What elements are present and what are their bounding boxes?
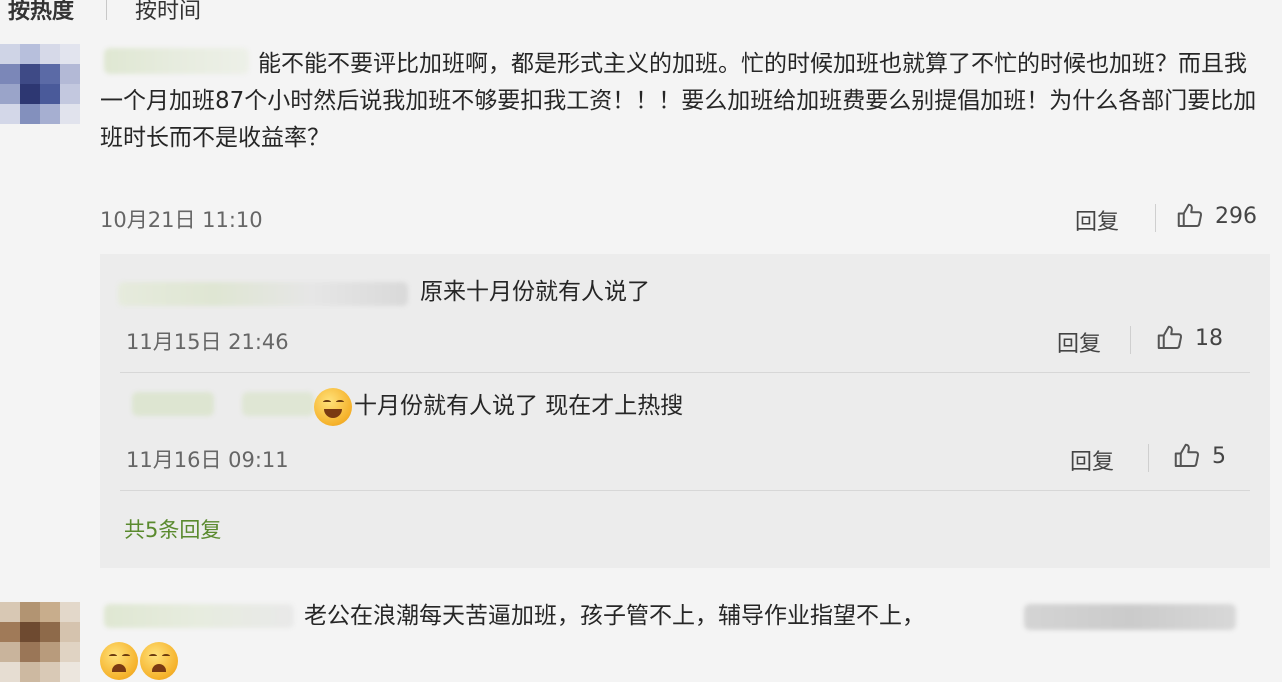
thumbs-up-icon bbox=[1157, 325, 1183, 349]
reply-username-blurred[interactable] bbox=[132, 392, 214, 416]
like-count: 5 bbox=[1212, 443, 1226, 469]
reply-text: 十月份就有人说了 现在才上热搜 bbox=[354, 393, 684, 419]
thumbs-up-icon bbox=[1174, 443, 1200, 467]
more-replies-link[interactable]: 共5条回复 bbox=[124, 514, 221, 544]
avatar[interactable] bbox=[0, 602, 80, 682]
comment-text: 老公在浪潮每天苦逼加班，孩子管不上，辅导作业指望不上， bbox=[304, 603, 925, 629]
crying-face-emoji bbox=[100, 642, 138, 680]
thumbs-up-icon bbox=[1177, 203, 1203, 227]
tab-sort-time[interactable]: 按时间 bbox=[127, 0, 215, 25]
reply-thread: 原来十月份就有人说了 11月15日 21:46 回复 18 十月份就有人说了 现… bbox=[100, 254, 1270, 568]
blurred-text bbox=[1024, 604, 1236, 630]
like-button[interactable]: 5 bbox=[1172, 441, 1226, 471]
like-count: 18 bbox=[1195, 325, 1223, 351]
reply-username-blurred[interactable] bbox=[118, 282, 408, 306]
crying-face-emoji bbox=[140, 642, 178, 680]
reply-text: 原来十月份就有人说了 bbox=[420, 279, 650, 305]
reply-button[interactable]: 回复 bbox=[1075, 204, 1119, 236]
like-count: 296 bbox=[1215, 203, 1257, 229]
reply-timestamp: 11月15日 21:46 bbox=[126, 330, 289, 354]
reply-button[interactable]: 回复 bbox=[1070, 444, 1114, 476]
reply-timestamp: 11月16日 09:11 bbox=[126, 448, 289, 472]
divider bbox=[120, 372, 1250, 373]
action-divider bbox=[1148, 444, 1149, 472]
username-blurred[interactable] bbox=[104, 604, 294, 628]
sort-tabs: 按热度 按时间 bbox=[0, 0, 215, 24]
comment-text: 能不能不要评比加班啊，都是形式主义的加班。忙的时候加班也就算了不忙的时候也加班？… bbox=[100, 51, 1257, 151]
action-divider bbox=[1155, 204, 1156, 232]
like-button[interactable]: 18 bbox=[1155, 323, 1223, 353]
tab-divider bbox=[106, 0, 108, 20]
action-divider bbox=[1130, 326, 1131, 354]
like-button[interactable]: 296 bbox=[1175, 201, 1257, 231]
comment-timestamp: 10月21日 11:10 bbox=[100, 208, 263, 232]
divider bbox=[120, 490, 1250, 491]
tab-sort-hot[interactable]: 按热度 bbox=[0, 0, 88, 25]
avatar[interactable] bbox=[0, 44, 80, 124]
reply-username-blurred[interactable] bbox=[242, 392, 314, 416]
reply-button[interactable]: 回复 bbox=[1057, 326, 1101, 358]
laughing-tears-emoji bbox=[314, 388, 352, 426]
